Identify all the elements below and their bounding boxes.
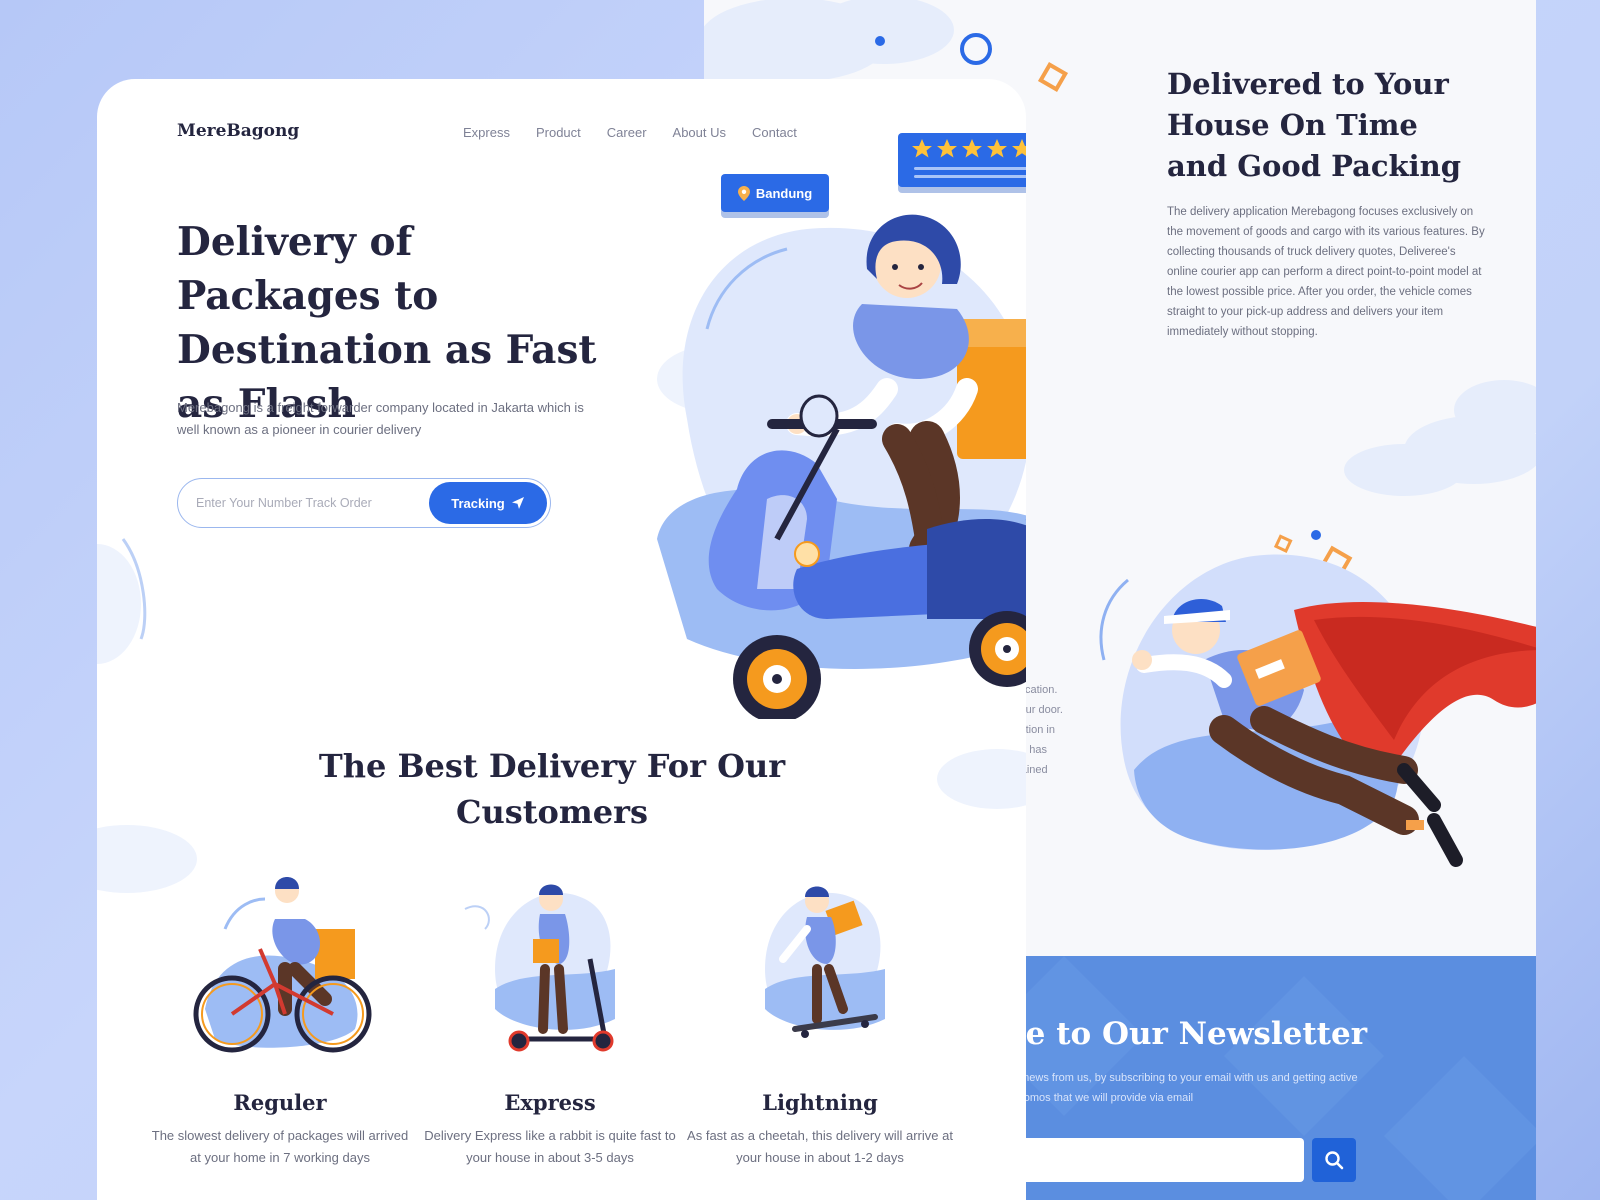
ghost-line: your door. [1014, 704, 1063, 716]
logo[interactable]: MereBagong [177, 121, 299, 141]
service-description: As fast as a cheetah, this delivery will… [687, 1128, 953, 1165]
newsletter-title: be to Our Newsletter [1004, 1016, 1368, 1052]
tracking-form: Tracking [177, 478, 551, 528]
back-page-description: The delivery application Merebagong focu… [1167, 206, 1485, 338]
bicycle-courier-illustration [193, 877, 372, 1053]
services-title: The Best Delivery For Our Customers [318, 747, 786, 831]
landing-page-card: MereBagong Express Product Career About … [97, 79, 1026, 1200]
tracking-button-label: Tracking [451, 495, 505, 511]
skateboard-courier-illustration [765, 886, 885, 1038]
location-badge: Bandung [721, 174, 829, 212]
rating-stars [912, 139, 1026, 178]
service-card-reguler: Reguler The slowest delivery of packages… [145, 869, 415, 1169]
newsletter-search-button[interactable] [1312, 1138, 1356, 1182]
ghost-line: cation in [1014, 724, 1055, 736]
rating-badge [898, 133, 1026, 187]
hero-description: Merebagong is a freight forwarder compan… [177, 400, 584, 437]
location-badge-label: Bandung [755, 185, 813, 201]
nav-product[interactable]: Product [536, 125, 581, 140]
tracking-button[interactable]: Tracking [429, 482, 547, 524]
ghost-line: plication. [1014, 684, 1058, 696]
back-page-title: Delivered to Your House On Time and Good… [1167, 67, 1462, 183]
service-card-express: Express Delivery Express like a rabbit i… [415, 869, 685, 1169]
partially-hidden-text: s plication. your door. cation in on has… [1014, 660, 1104, 780]
ghost-line: trained [1014, 764, 1048, 776]
newsletter-email-input[interactable] [1004, 1138, 1304, 1182]
location-pin-icon [737, 185, 750, 201]
nav-express[interactable]: Express [463, 125, 510, 140]
scooter-kick-courier-illustration [464, 884, 615, 1052]
service-card-lightning: Lightning As fast as a cheetah, this del… [685, 869, 955, 1169]
ghost-line: s [1014, 660, 1104, 680]
search-icon [1325, 1151, 1344, 1170]
ghost-line: on has [1014, 744, 1048, 756]
newsletter-description: g news from us, by subscribing to your e… [1014, 1072, 1358, 1104]
service-name: Express [504, 1090, 596, 1115]
service-description: Delivery Express like a rabbit is quite … [424, 1128, 676, 1165]
service-name: Reguler [233, 1090, 327, 1115]
service-description: The slowest delivery of packages will ar… [151, 1128, 409, 1165]
send-icon [511, 497, 524, 509]
service-name: Lightning [762, 1090, 878, 1115]
track-order-input[interactable] [196, 491, 416, 515]
